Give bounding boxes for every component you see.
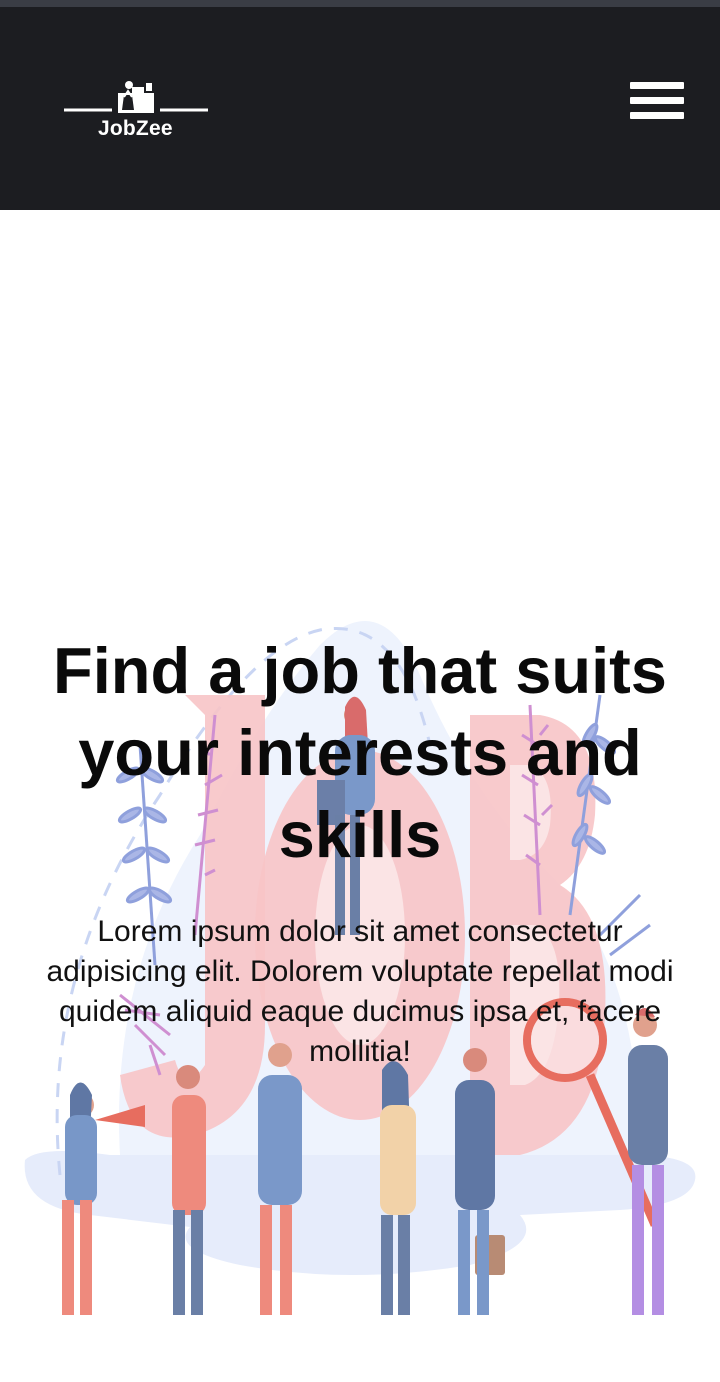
brand-name: JobZee bbox=[98, 117, 173, 140]
hero-title: Find a job that suits your interests and… bbox=[53, 634, 667, 871]
status-divider bbox=[0, 0, 720, 7]
hero-section: Find a job that suits your interests and… bbox=[0, 210, 720, 1382]
hero-description: Lorem ipsum dolor sit amet consectetur a… bbox=[46, 915, 674, 1068]
hamburger-menu-icon[interactable] bbox=[630, 80, 684, 120]
site-header: JobZee bbox=[0, 7, 720, 210]
brand-logo[interactable]: JobZee bbox=[62, 77, 212, 157]
